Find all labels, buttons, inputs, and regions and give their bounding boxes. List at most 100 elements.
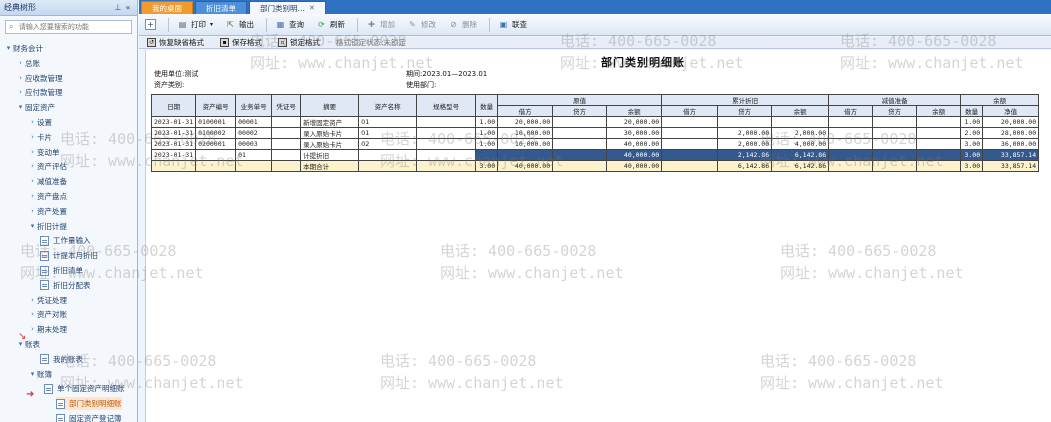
tree-item[interactable]: 单个固定资产明细账 <box>44 382 125 395</box>
tree-item[interactable]: › 凭证处理 <box>28 294 67 307</box>
query-button[interactable]: ▦ 查询 <box>275 19 304 30</box>
refresh-icon: ⟳ <box>318 20 325 29</box>
table-cell <box>661 149 719 161</box>
tree-item[interactable]: › 变动单 <box>28 146 59 159</box>
table-cell <box>552 127 608 139</box>
tree-item[interactable]: ▾ 折旧计提 <box>28 220 67 233</box>
table-row[interactable]: 2023-01-31 0200001 00003 录入原始卡片 02 1.00 10,000… <box>150 138 1040 150</box>
collapse-arrow-icon[interactable]: › <box>16 86 25 99</box>
table-cell <box>916 138 962 150</box>
tree-item[interactable]: 工作量输入 <box>40 234 91 247</box>
document-icon <box>40 250 49 261</box>
document-icon <box>40 354 49 365</box>
tree-item[interactable]: 折旧分配表 <box>40 279 91 292</box>
table-cell: 10,000.00 <box>497 138 554 150</box>
print-button[interactable]: ▤ 打印 ▾ <box>177 19 213 30</box>
function-search-input[interactable] <box>18 23 128 31</box>
function-search[interactable]: ⌕ <box>5 20 132 34</box>
tree-item[interactable]: 我的账表 <box>40 353 83 366</box>
table-cell: 20,000.00 <box>497 116 554 128</box>
tree-item-label: 凭证处理 <box>37 295 67 305</box>
export-button[interactable]: ⇱ 输出 <box>225 19 254 30</box>
tab-depreciation-list[interactable]: 折旧清单 <box>195 1 247 14</box>
table-cell: 00002 <box>235 127 273 139</box>
tree-item[interactable]: › 资产对账 <box>28 308 67 321</box>
add-button[interactable]: ✚ 增加 <box>366 19 395 30</box>
document-icon <box>56 413 65 422</box>
table-cell: 20,000.00 <box>982 116 1040 128</box>
collapse-arrow-icon[interactable]: › <box>28 205 37 218</box>
collapse-arrow-icon[interactable]: › <box>28 175 37 188</box>
table-row[interactable]: 2023-01-31 01 计提折旧 40,000.00 2,142.86 6,142.8… <box>150 149 1040 161</box>
table-cell: 2,000.00 <box>717 127 773 139</box>
table-cell: 33,857.14 <box>982 160 1040 172</box>
col-header-debit: 借方 <box>497 105 554 117</box>
table-cell: 1.00 <box>960 116 984 128</box>
link-query-button[interactable]: ▣ 联查 <box>498 19 527 30</box>
tree-item[interactable]: › 减值准备 <box>28 175 67 188</box>
delete-button[interactable]: ⊘ 删除 <box>448 19 477 30</box>
tree-item[interactable]: › 期末处理 <box>28 323 67 336</box>
restore-default-format-button[interactable]: ↺ 恢复缺省格式 <box>147 37 204 48</box>
tree-item[interactable]: 折旧清单 <box>40 264 83 277</box>
collapse-arrow-icon[interactable]: › <box>28 116 37 129</box>
table-cell: 40,000.00 <box>606 160 663 172</box>
table-cell: 0100001 <box>195 116 237 128</box>
close-icon[interactable]: ✕ <box>309 2 315 15</box>
table-cell <box>828 116 874 128</box>
collapse-arrow-icon[interactable]: › <box>28 308 37 321</box>
dropdown-arrow-icon[interactable]: ▾ <box>210 21 213 28</box>
tree-item[interactable]: 计提本月折旧 <box>40 249 98 262</box>
table-cell: 0100002 <box>195 127 237 139</box>
table-cell <box>195 149 237 161</box>
tree-item[interactable]: ▾ 账簿 <box>28 368 52 381</box>
tree-item[interactable]: › 应收款管理 <box>16 72 62 85</box>
tree-item[interactable]: ▾ 财务会计 <box>4 42 43 55</box>
new-window-button[interactable]: + <box>145 19 156 30</box>
lock-format-button[interactable]: ▫ 锁定格式 <box>278 37 320 48</box>
expand-arrow-icon[interactable]: ▾ <box>28 220 37 233</box>
expand-arrow-icon[interactable]: ▾ <box>4 42 13 55</box>
tree-item[interactable]: › 资产评估 <box>28 160 67 173</box>
refresh-button[interactable]: ⟳ 刷新 <box>316 19 345 30</box>
tree-item[interactable]: › 设置 <box>28 116 52 129</box>
tree-item-label: 计提本月折旧 <box>53 251 98 261</box>
table-cell <box>661 138 719 150</box>
tree-item-label: 折旧清单 <box>53 266 83 275</box>
expand-arrow-icon[interactable]: ▾ <box>28 368 37 381</box>
collapse-icon[interactable]: « <box>123 3 133 12</box>
collapse-arrow-icon[interactable]: › <box>16 72 25 85</box>
tree-item[interactable]: 固定资产登记簿 <box>56 412 122 422</box>
expand-arrow-icon[interactable]: ▾ <box>16 101 25 114</box>
query-icon: ▦ <box>276 20 285 29</box>
table-cell <box>150 160 197 172</box>
tree-item-selected[interactable]: 部门类别明细账 <box>56 397 122 411</box>
collapse-arrow-icon[interactable]: › <box>28 146 37 159</box>
tree-item[interactable]: ▾ 固定资产 <box>16 101 55 114</box>
collapse-arrow-icon[interactable]: › <box>28 160 37 173</box>
collapse-arrow-icon[interactable]: › <box>28 294 37 307</box>
collapse-arrow-icon[interactable]: › <box>16 57 25 70</box>
tree-item[interactable]: › 卡片 <box>28 131 52 144</box>
save-format-button[interactable]: ▪ 保存格式 <box>220 37 262 48</box>
edit-button[interactable]: ✎ 修改 <box>407 19 436 30</box>
tree-item[interactable]: › 应付款管理 <box>16 86 62 99</box>
table-total-row[interactable]: 本期合计 3.00 40,000.00 40,000.00 6,142.86 6,142.… <box>150 160 1040 172</box>
tab-dept-category-ledger[interactable]: 部门类别明… ✕ <box>249 1 326 14</box>
table-cell: 本期合计 <box>300 160 360 172</box>
col-header-date: 日期 <box>150 94 197 117</box>
tree-item[interactable]: › 资产盘点 <box>28 190 67 203</box>
collapse-arrow-icon[interactable]: › <box>28 190 37 203</box>
document-icon <box>44 383 53 394</box>
tab-label: 部门类别明… <box>260 3 305 13</box>
table-row[interactable]: 2023-01-31 0100001 00001 新增固定资产 01 1.00 20,000… <box>150 116 1040 128</box>
collapse-arrow-icon[interactable]: › <box>28 131 37 144</box>
table-row[interactable]: 2023-01-31 0100002 00002 录入原始卡片 01 1.00 10,000… <box>150 127 1040 139</box>
table-cell: 6,142.86 <box>717 160 773 172</box>
tab-my-desktop[interactable]: 我的桌面 <box>141 1 193 14</box>
collapse-arrow-icon[interactable]: › <box>28 323 37 336</box>
pin-icon[interactable]: ⊥ <box>113 3 123 12</box>
table-cell: 33,857.14 <box>982 149 1040 161</box>
tree-item[interactable]: › 资产处置 <box>28 205 67 218</box>
tree-item[interactable]: › 总账 <box>16 57 40 70</box>
